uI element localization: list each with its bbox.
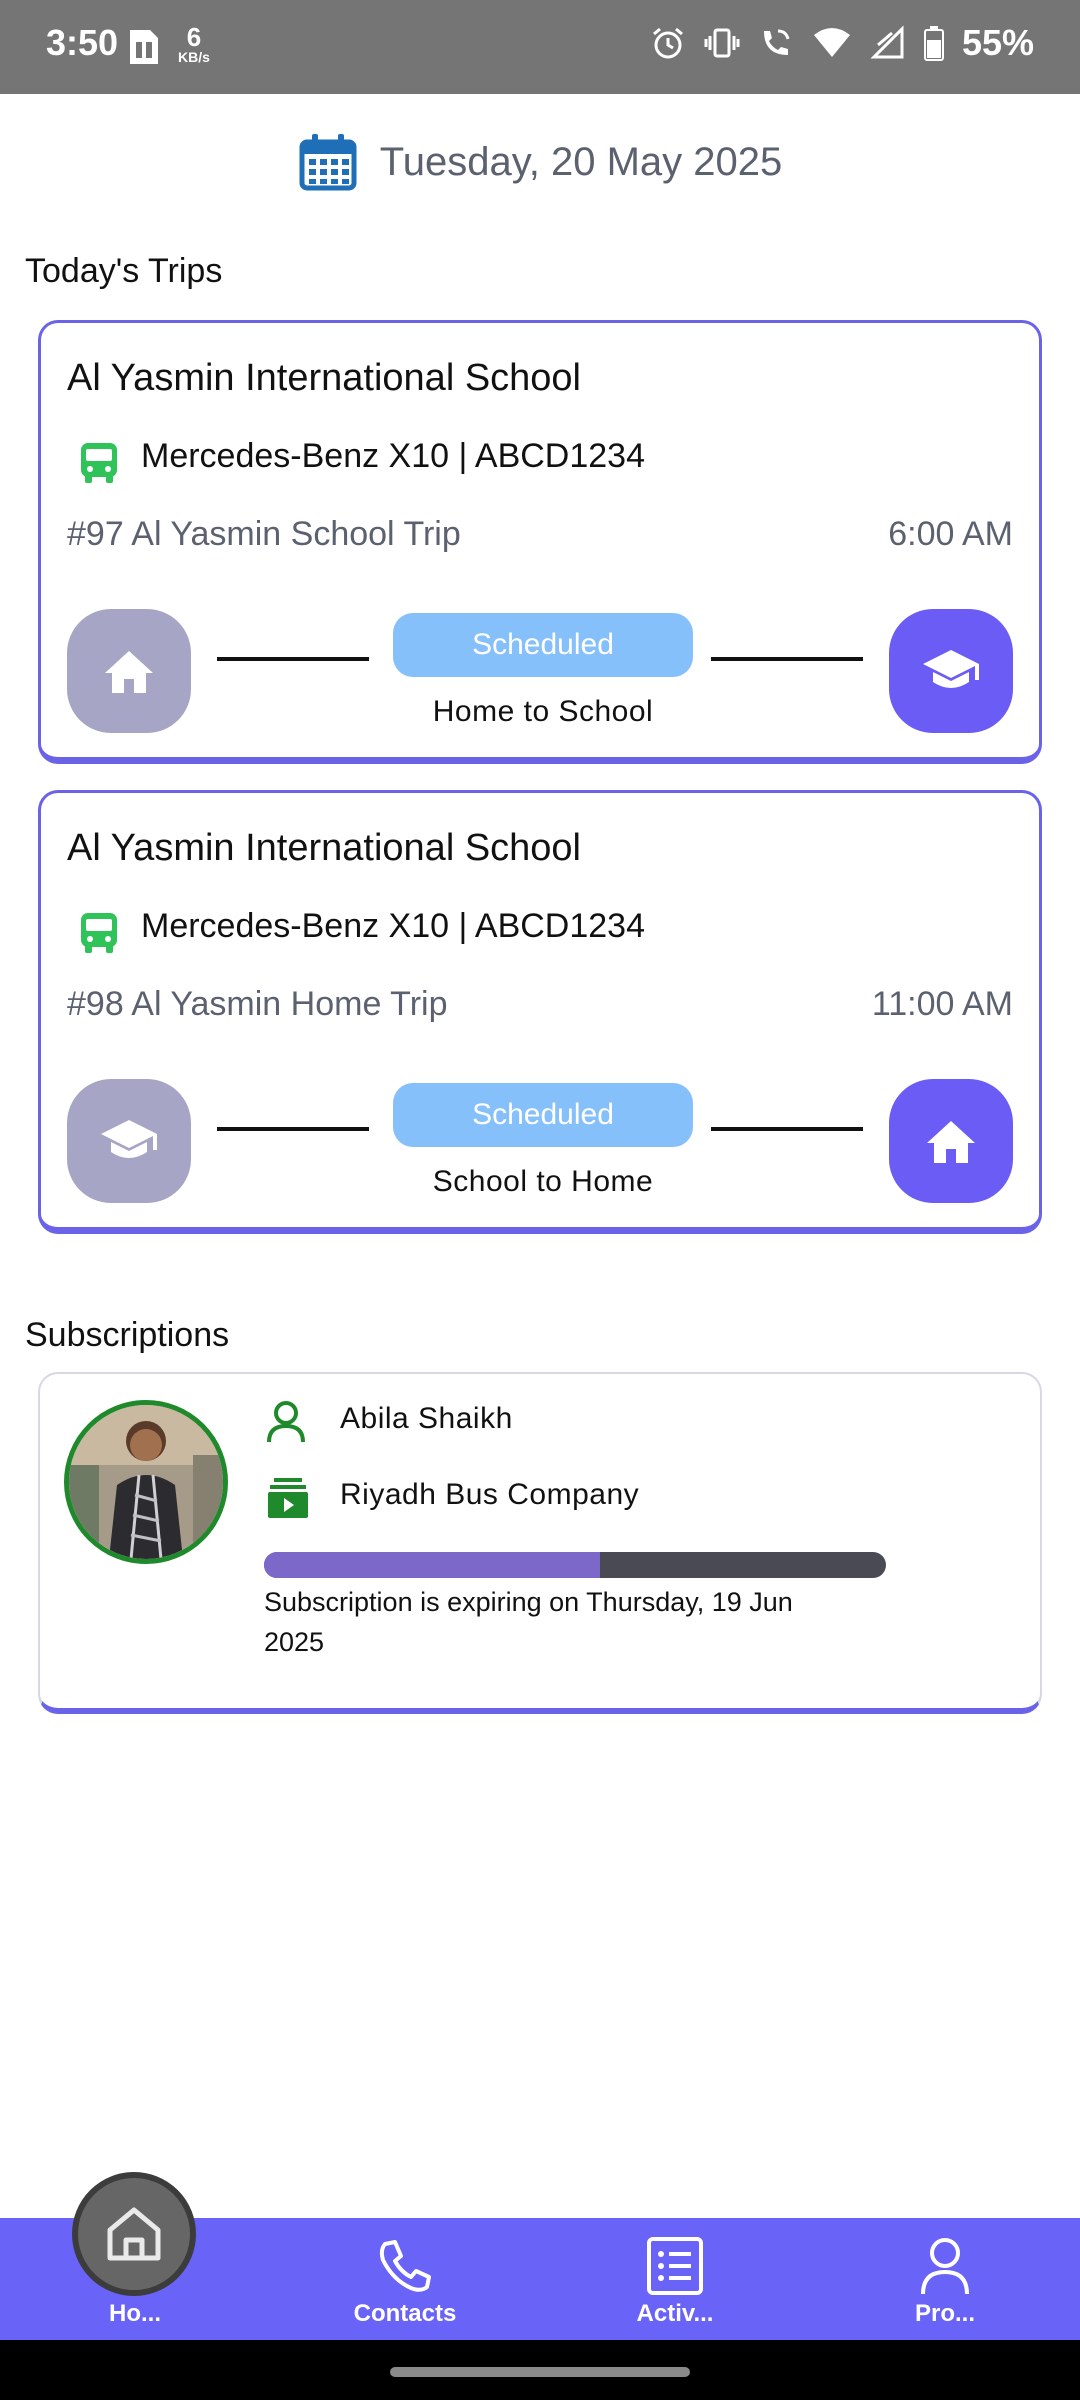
home-icon <box>107 2207 161 2261</box>
home-icon <box>105 651 153 693</box>
trip-vehicle: Mercedes-Benz X10 | ABCD1234 <box>141 437 645 475</box>
trip-vehicle: Mercedes-Benz X10 | ABCD1234 <box>141 907 645 945</box>
route-line-right <box>711 657 863 661</box>
trip-time: 6:00 AM <box>888 515 1013 553</box>
student-name: Abila Shaikh <box>340 1402 513 1435</box>
user-icon <box>921 2238 969 2295</box>
nav-label-profile: Pro... <box>914 2300 975 2327</box>
route-line-left <box>217 657 369 661</box>
network-speed-unit: KB/s <box>178 49 210 65</box>
nav-item-contacts[interactable]: Contacts <box>270 2218 540 2340</box>
nav-item-profile[interactable]: Pro... <box>810 2218 1080 2340</box>
signal-icon <box>870 25 904 59</box>
trip-card[interactable]: Al Yasmin International School Mercedes-… <box>38 320 1042 764</box>
nav-label-home: Ho... <box>109 2300 161 2327</box>
list-icon <box>647 2237 703 2295</box>
trip-direction: School to Home <box>432 1165 654 1198</box>
company-name: Riyadh Bus Company <box>340 1478 640 1511</box>
network-speed-value: 6 <box>186 22 202 52</box>
current-date: Tuesday, 20 May 2025 <box>379 139 783 184</box>
person-icon <box>267 1401 305 1443</box>
trip-direction: Home to School <box>432 695 654 728</box>
trip-start-node <box>67 609 191 733</box>
battery-percent: 55% <box>961 22 1034 63</box>
school-cap-icon <box>101 1120 157 1158</box>
trip-end-node <box>889 1079 1013 1203</box>
home-icon <box>927 1121 975 1163</box>
trip-status-badge: Scheduled <box>393 1083 693 1147</box>
gesture-handle[interactable] <box>390 2367 690 2377</box>
trip-school-name: Al Yasmin International School <box>67 357 582 399</box>
trip-school-name: Al Yasmin International School <box>67 827 582 869</box>
avatar <box>64 1400 228 1564</box>
date-header: Tuesday, 20 May 2025 <box>0 132 1080 192</box>
trip-status-badge: Scheduled <box>393 613 693 677</box>
trip-time: 11:00 AM <box>871 985 1013 1023</box>
todays-trips-title: Today's Trips <box>25 252 223 290</box>
route-line-left <box>217 1127 369 1131</box>
trip-name: #97 Al Yasmin School Trip <box>67 515 461 553</box>
trip-name: #98 Al Yasmin Home Trip <box>67 985 448 1023</box>
subscription-progress-bar <box>264 1552 886 1578</box>
wifi-icon <box>813 28 850 57</box>
school-cap-icon <box>923 650 979 688</box>
student-photo <box>69 1405 223 1559</box>
home-fab-button[interactable] <box>72 2172 196 2296</box>
nav-label-activity: Activ... <box>636 2300 714 2327</box>
network-speed: 6 KB/s <box>178 24 210 64</box>
subscriptions-icon <box>268 1478 308 1518</box>
status-time: 3:50 <box>46 22 119 63</box>
battery-icon <box>923 26 944 61</box>
subscriptions-title: Subscriptions <box>25 1316 230 1354</box>
status-bar: 3:50 6 KB/s 55% <box>0 0 1080 94</box>
calendar-icon <box>299 134 357 191</box>
bus-icon <box>81 913 117 953</box>
sim-card-icon <box>130 30 158 64</box>
wifi-call-icon <box>763 29 790 55</box>
status-icons: 55% <box>650 22 1034 64</box>
subscription-card[interactable]: Abila Shaikh Riyadh Bus Company Subscrip… <box>38 1372 1042 1714</box>
nav-label-contacts: Contacts <box>353 2300 457 2327</box>
subscription-expiry-text: Subscription is expiring on Thursday, 19… <box>264 1587 793 1657</box>
nav-item-activity[interactable]: Activ... <box>540 2218 810 2340</box>
subscription-progress-fill <box>264 1552 600 1578</box>
route-line-right <box>711 1127 863 1131</box>
trip-start-node <box>67 1079 191 1203</box>
trip-end-node <box>889 609 1013 733</box>
vibrate-icon <box>704 28 740 58</box>
trip-card[interactable]: Al Yasmin International School Mercedes-… <box>38 790 1042 1234</box>
bus-icon <box>81 443 117 483</box>
alarm-icon <box>652 27 683 59</box>
phone-icon <box>379 2240 431 2292</box>
